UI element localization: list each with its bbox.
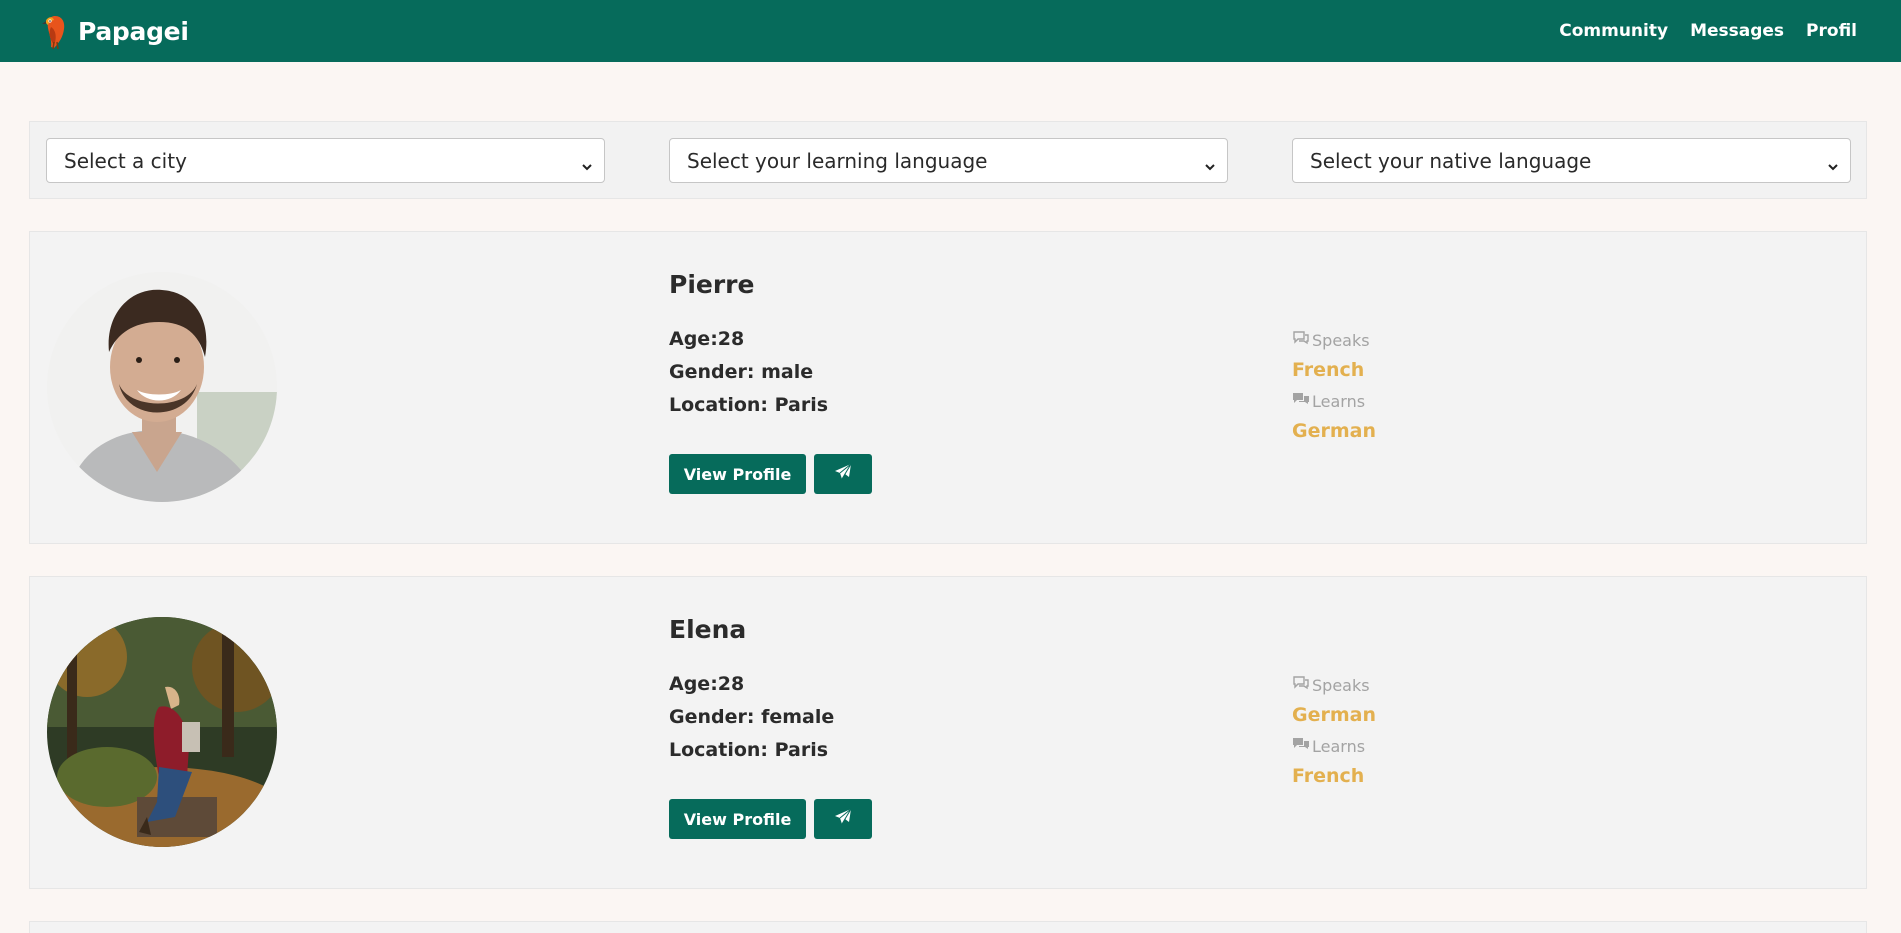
nav-links: Community Messages Profil bbox=[1537, 21, 1857, 41]
profile-card: Elena Age:28 Gender: female Location: Pa… bbox=[29, 576, 1867, 889]
learns-label: Learns bbox=[1312, 391, 1366, 411]
native-language-select[interactable]: Select your native language bbox=[1292, 138, 1851, 183]
city-select-value: Select a city bbox=[64, 148, 187, 173]
profile-card: Pierre Age:28 Gender: male Location: Par… bbox=[29, 231, 1867, 544]
send-message-button[interactable] bbox=[814, 454, 872, 494]
profile-age: Age:28 bbox=[669, 673, 745, 695]
speaks-language: German bbox=[1292, 704, 1376, 726]
chevron-down-icon bbox=[581, 154, 593, 178]
learns-language: German bbox=[1292, 420, 1376, 442]
learns-caption: Learns bbox=[1292, 391, 1365, 411]
profile-location: Location: Paris bbox=[669, 739, 829, 761]
comments-icon bbox=[1292, 391, 1312, 411]
chevron-down-icon bbox=[1827, 154, 1839, 178]
city-select[interactable]: Select a city bbox=[46, 138, 605, 183]
view-profile-button[interactable]: View Profile bbox=[669, 454, 806, 494]
profile-age: Age:28 bbox=[669, 328, 745, 350]
comment-outline-icon bbox=[1292, 330, 1312, 350]
nav-link-messages[interactable]: Messages bbox=[1690, 21, 1784, 41]
native-language-select-value: Select your native language bbox=[1310, 148, 1592, 173]
profile-location: Location: Paris bbox=[669, 394, 829, 416]
paper-plane-icon bbox=[834, 808, 852, 830]
filter-bar: Select a city Select your learning langu… bbox=[29, 121, 1867, 199]
speaks-caption: Speaks bbox=[1292, 330, 1370, 350]
nav-link-community[interactable]: Community bbox=[1559, 21, 1668, 41]
profile-gender: Gender: male bbox=[669, 361, 814, 383]
profile-name: Pierre bbox=[669, 270, 755, 299]
speaks-caption: Speaks bbox=[1292, 675, 1370, 695]
profile-card-partial bbox=[29, 921, 1867, 933]
learns-caption: Learns bbox=[1292, 736, 1365, 756]
learning-language-select-value: Select your learning language bbox=[687, 148, 988, 173]
speaks-label: Speaks bbox=[1312, 330, 1370, 350]
parrot-logo bbox=[40, 12, 70, 50]
learns-language: French bbox=[1292, 765, 1365, 787]
profile-name: Elena bbox=[669, 615, 747, 644]
speaks-label: Speaks bbox=[1312, 675, 1370, 695]
view-profile-button[interactable]: View Profile bbox=[669, 799, 806, 839]
brand[interactable]: Papagei bbox=[40, 12, 189, 50]
avatar bbox=[47, 617, 277, 847]
comments-icon bbox=[1292, 736, 1312, 756]
nav-link-profil[interactable]: Profil bbox=[1806, 21, 1857, 41]
comment-outline-icon bbox=[1292, 675, 1312, 695]
learns-label: Learns bbox=[1312, 736, 1366, 756]
avatar bbox=[47, 272, 277, 502]
speaks-language: French bbox=[1292, 359, 1365, 381]
top-navbar: Papagei Community Messages Profil bbox=[0, 0, 1901, 62]
paper-plane-icon bbox=[834, 463, 852, 485]
learning-language-select[interactable]: Select your learning language bbox=[669, 138, 1228, 183]
chevron-down-icon bbox=[1204, 154, 1216, 178]
send-message-button[interactable] bbox=[814, 799, 872, 839]
brand-name: Papagei bbox=[78, 16, 189, 46]
profile-gender: Gender: female bbox=[669, 706, 835, 728]
